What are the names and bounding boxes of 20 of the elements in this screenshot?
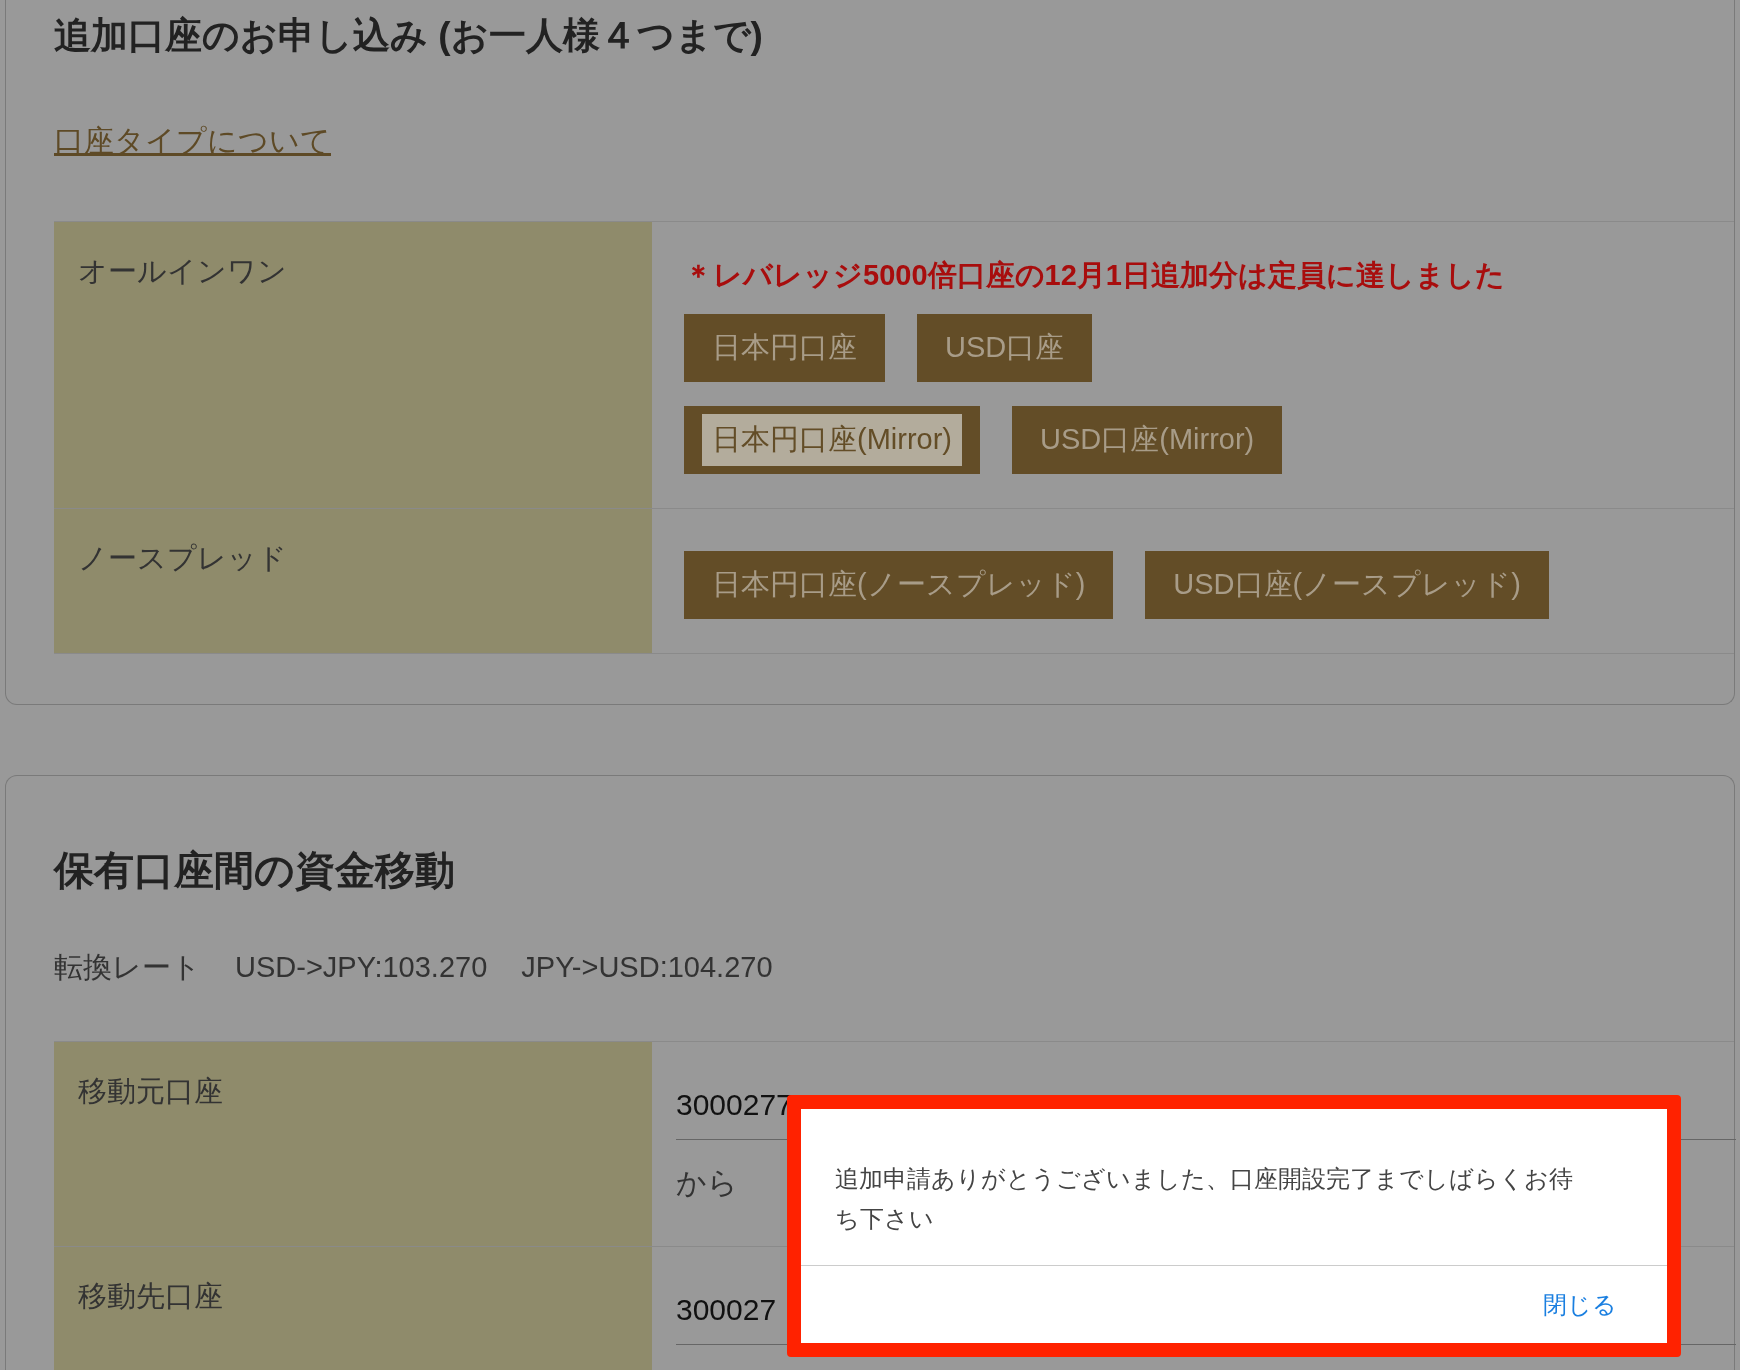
- account-button[interactable]: USD口座(ノースプレッド): [1145, 550, 1549, 619]
- account-button[interactable]: USD口座: [917, 313, 1093, 382]
- row-header: 移動元口座: [54, 1042, 652, 1246]
- from-label: から: [676, 1165, 738, 1201]
- account-type-link[interactable]: 口座タイプについて: [54, 118, 331, 163]
- account-button[interactable]: 日本円口座(Mirror): [684, 405, 980, 474]
- rate-label: 転換レート: [54, 949, 201, 985]
- row-header: オールインワン: [54, 222, 652, 508]
- account-button[interactable]: USD口座(Mirror): [1012, 405, 1283, 474]
- section-title: 追加口座のお申し込み (お一人様４つまで): [54, 14, 764, 58]
- notice-text: ＊レバレッジ5000倍口座の12月1日追加分は定員に達しました: [684, 258, 1505, 293]
- rate-text: JPY->USD:104.270: [521, 949, 773, 985]
- account-button[interactable]: 日本円口座: [684, 313, 885, 382]
- account-button[interactable]: 日本円口座(ノースプレッド): [684, 550, 1114, 619]
- close-button[interactable]: 閉じる: [1543, 1286, 1617, 1323]
- rate-text: USD->JPY:103.270: [235, 949, 488, 985]
- section-title: 保有口座間の資金移動: [54, 846, 456, 894]
- dialog-message: 追加申請ありがとうございました、口座開設完了までしばらくお待ち下さい: [834, 1164, 1574, 1234]
- row-header: ノースプレッド: [54, 508, 652, 653]
- row-header: 移動先口座: [54, 1247, 652, 1370]
